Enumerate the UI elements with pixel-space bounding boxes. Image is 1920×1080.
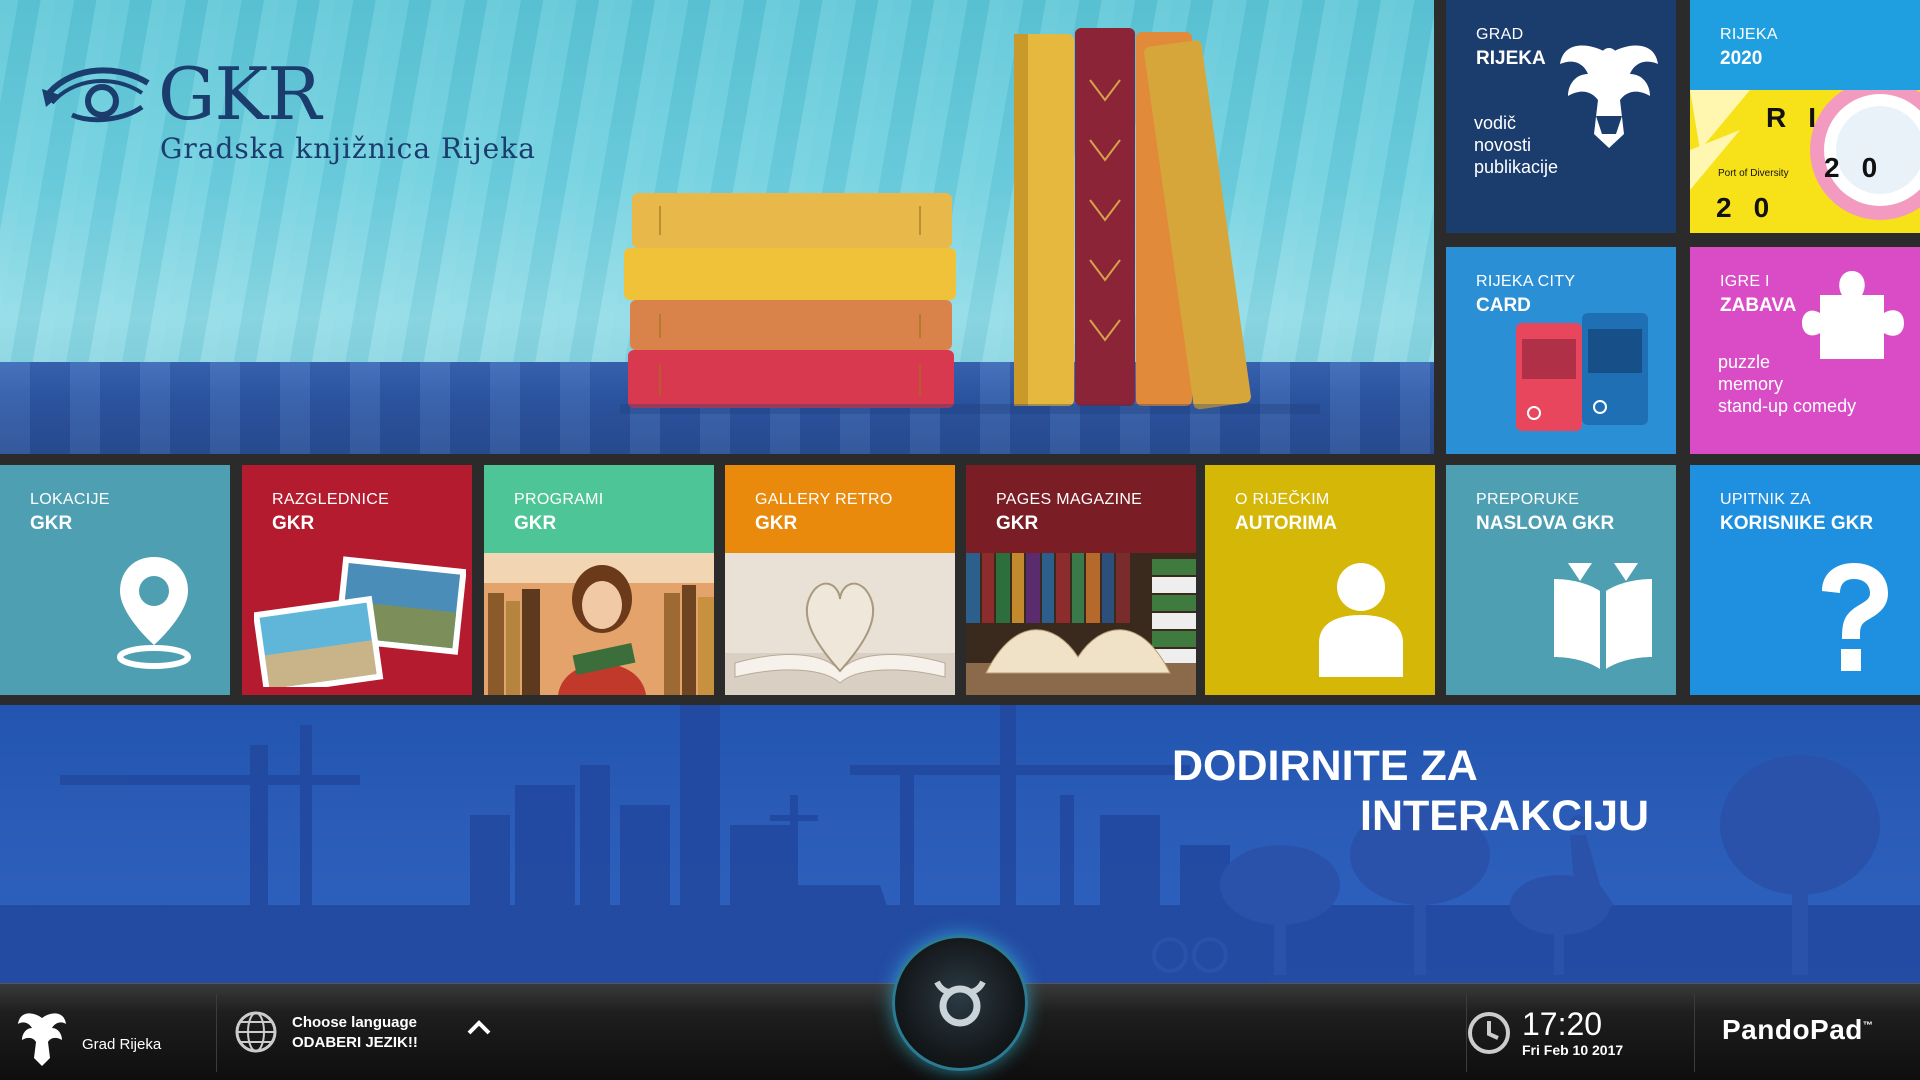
brand-tm: ™ (1862, 1020, 1874, 1032)
tile-caption-line1: RIJEKA (1720, 26, 1778, 43)
brand-name: PandoPad (1722, 1014, 1863, 1045)
chevron-up-icon[interactable] (466, 1018, 492, 1036)
tile-caption-line1: PROGRAMI (514, 491, 604, 508)
location-pin-icon (117, 557, 191, 669)
kiosk-screen: GKR Gradska knjižnica Rijeka GRAD RIJEKA… (0, 0, 1920, 1080)
tile-caption-line1: UPITNIK ZA (1720, 491, 1812, 508)
tile-caption-line2: KORISNIKE GKR (1720, 513, 1874, 534)
person-icon (1319, 563, 1403, 677)
tile-item: memory (1718, 374, 1784, 394)
logo-subtitle: Gradska knjižnica Rijeka (160, 132, 536, 165)
home-button[interactable] (892, 935, 1028, 1071)
banner-line2: INTERAKCIJU (1360, 792, 1650, 840)
home-button-icon (934, 980, 986, 1027)
city-label: Grad Rijeka (82, 1036, 162, 1053)
clock-time: 17:20 (1522, 1006, 1603, 1042)
touch-to-interact-text: DODIRNITE ZA INTERAKCIJU (1172, 741, 1649, 841)
postcards-image (254, 556, 466, 687)
tile-gallery-retro[interactable]: GALLERY RETRO GKR (725, 465, 955, 695)
clock-icon (1468, 1012, 1510, 1054)
open-book-icon (1554, 563, 1652, 669)
pandopad-brand: PandoPad™ (1722, 1014, 1873, 1046)
tile-caption-line2: GKR (30, 513, 73, 534)
gkr-logo: GKR Gradska knjižnica Rijeka (42, 58, 536, 165)
tile-caption-line2: ZABAVA (1720, 295, 1797, 316)
poster-small-text: Port of Diversity (1718, 168, 1789, 179)
tile-caption-line1: IGRE I (1720, 273, 1770, 290)
tile-caption-line1: RAZGLEDNICE (272, 491, 390, 508)
tile-lokacije[interactable]: LOKACIJE GKR (0, 465, 230, 695)
poster-line2: 20 (1824, 152, 1900, 183)
open-book-photo (966, 553, 1196, 695)
tile-item: publikacije (1474, 157, 1559, 177)
heart-book-photo (725, 553, 955, 695)
clock-date: Fri Feb 10 2017 (1522, 1042, 1624, 1058)
reading-woman-photo (484, 553, 714, 695)
puzzle-piece-icon (1802, 271, 1904, 359)
tile-item: vodič (1474, 113, 1517, 133)
tile-igre-zabava[interactable]: IGRE I ZABAVA puzzle memory stand-up com… (1690, 247, 1920, 454)
hero-banner: GKR Gradska knjižnica Rijeka (0, 0, 1434, 454)
tile-caption-line2: GKR (755, 513, 798, 534)
city-cards-image (1516, 313, 1648, 431)
tile-item: puzzle (1718, 352, 1771, 372)
tile-caption-line2: GKR (996, 513, 1039, 534)
tile-items: vodič novosti publikacije (1474, 112, 1558, 178)
tile-caption-line2: AUTORIMA (1235, 513, 1338, 534)
choose-language-label-hr[interactable]: ODABERI JEZIK!! (292, 1034, 418, 1051)
poster-line1: RI (1766, 102, 1839, 133)
choose-language-label[interactable]: Choose language (292, 1014, 417, 1031)
tile-caption-line1: PREPORUKE (1476, 491, 1580, 508)
question-mark-icon (1822, 563, 1888, 671)
tile-preporuke-naslova[interactable]: PREPORUKE NASLOVA GKR (1446, 465, 1676, 695)
rijeka-2020-poster: RI Port of Diversity 20 20 (1690, 90, 1920, 233)
tile-upitnik-korisnike[interactable]: UPITNIK ZA KORISNIKE GKR (1690, 465, 1920, 695)
divider (216, 994, 217, 1072)
tile-rijeka-city-card[interactable]: RIJEKA CITY CARD (1446, 247, 1676, 454)
tile-caption-line1: LOKACIJE (30, 491, 110, 508)
globe-icon[interactable] (234, 1010, 278, 1054)
logo-title: GKR (158, 52, 322, 136)
tile-rijeka-2020[interactable]: RIJEKA 2020 RI Port of Diversity 20 20 (1690, 0, 1920, 233)
tile-o-rijeckim-autorima[interactable]: O RIJEČKIM AUTORIMA (1205, 465, 1435, 695)
tile-grad-rijeka[interactable]: GRAD RIJEKA vodič novosti publikacije (1446, 0, 1676, 233)
tile-caption-line2: GKR (514, 513, 557, 534)
divider (1694, 994, 1695, 1072)
tile-caption-line1: O RIJEČKIM (1235, 491, 1330, 508)
tile-razglednice[interactable]: RAZGLEDNICE GKR (242, 465, 472, 695)
tile-programi[interactable]: PROGRAMI GKR (484, 465, 714, 695)
tile-caption-line2: 2020 (1720, 48, 1763, 69)
tile-item: stand-up comedy (1718, 396, 1857, 416)
rijeka-eagle-coat-of-arms-icon (1560, 45, 1658, 148)
tile-caption-line2: NASLOVA GKR (1476, 513, 1615, 534)
books-illustration (620, 28, 1320, 414)
poster-line3: 20 (1716, 192, 1792, 223)
tile-items: puzzle memory stand-up comedy (1718, 351, 1856, 417)
tile-caption-line2: GKR (272, 513, 315, 534)
banner-line1: DODIRNITE ZA (1172, 742, 1478, 790)
tile-caption-line1: GALLERY RETRO (755, 491, 893, 508)
tile-item: novosti (1474, 135, 1532, 155)
tile-caption-line2: RIJEKA (1476, 48, 1546, 69)
rijeka-eagle-small-icon (18, 1013, 66, 1066)
gkr-eye-logo-icon (42, 67, 150, 123)
tile-pages-magazine[interactable]: PAGES MAGAZINE GKR (966, 465, 1196, 695)
tile-caption-line1: GRAD (1476, 26, 1524, 43)
tile-caption-line1: RIJEKA CITY (1476, 273, 1576, 290)
tile-caption-line1: PAGES MAGAZINE (996, 491, 1143, 508)
